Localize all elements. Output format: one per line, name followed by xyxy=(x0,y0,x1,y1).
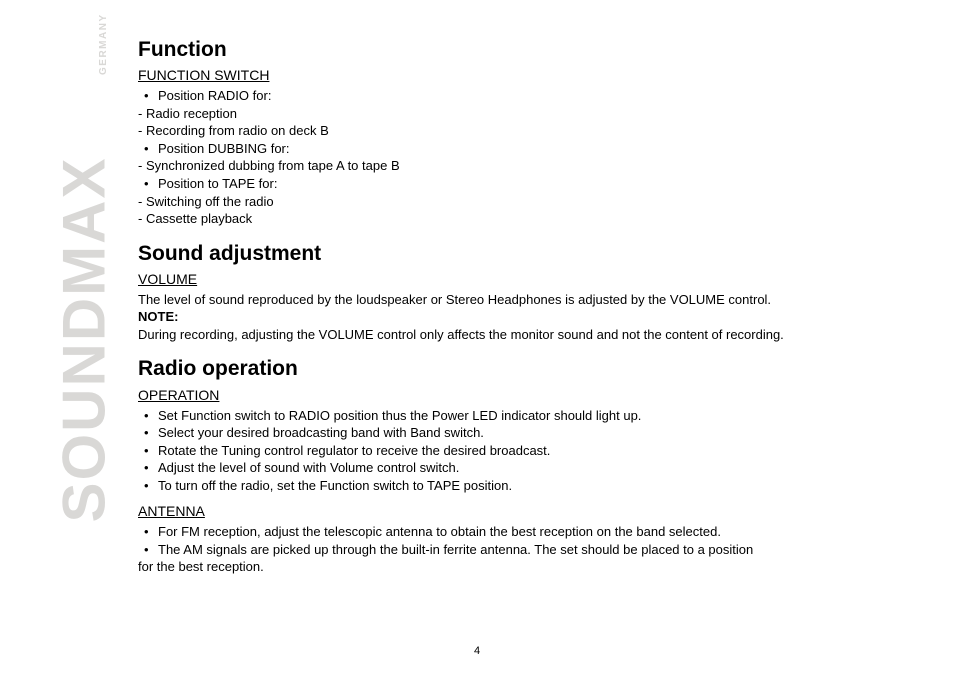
list-item-tail: for the best reception. xyxy=(138,558,904,576)
list-item: Position to TAPE for: xyxy=(138,175,904,193)
section-sound-title: Sound adjustment xyxy=(138,240,904,268)
list-item: Adjust the level of sound with Volume co… xyxy=(138,459,904,477)
list-item: For FM reception, adjust the telescopic … xyxy=(138,523,904,541)
list-item: To turn off the radio, set the Function … xyxy=(138,477,904,495)
brand-sidebar: SOUNDMAX GERMANY xyxy=(4,0,124,675)
brand-logo: SOUNDMAX xyxy=(50,90,119,590)
page-number: 4 xyxy=(0,645,954,657)
subhead-function-switch: FUNCTION SWITCH xyxy=(138,66,904,85)
note-label: NOTE: xyxy=(138,308,904,326)
list-item: - Synchronized dubbing from tape A to ta… xyxy=(138,157,904,175)
paragraph: The level of sound reproduced by the lou… xyxy=(138,291,904,309)
list-item: - Radio reception xyxy=(138,105,904,123)
list-item: Rotate the Tuning control regulator to r… xyxy=(138,442,904,460)
subhead-antenna: ANTENNA xyxy=(138,502,904,521)
subhead-volume: VOLUME xyxy=(138,270,904,289)
brand-sub: GERMANY xyxy=(98,13,109,75)
list-item: Select your desired broadcasting band wi… xyxy=(138,424,904,442)
list-item: The AM signals are picked up through the… xyxy=(138,541,904,559)
paragraph: During recording, adjusting the VOLUME c… xyxy=(138,326,904,344)
subhead-operation: OPERATION xyxy=(138,386,904,405)
list-item: - Switching off the radio xyxy=(138,193,904,211)
list-item: - Recording from radio on deck B xyxy=(138,122,904,140)
page-content: Function FUNCTION SWITCH Position RADIO … xyxy=(138,36,904,576)
list-item: Position RADIO for: xyxy=(138,87,904,105)
list-item: Set Function switch to RADIO position th… xyxy=(138,407,904,425)
section-radio-title: Radio operation xyxy=(138,355,904,383)
list-item: - Cassette playback xyxy=(138,210,904,228)
section-function-title: Function xyxy=(138,36,904,64)
list-item: Position DUBBING for: xyxy=(138,140,904,158)
